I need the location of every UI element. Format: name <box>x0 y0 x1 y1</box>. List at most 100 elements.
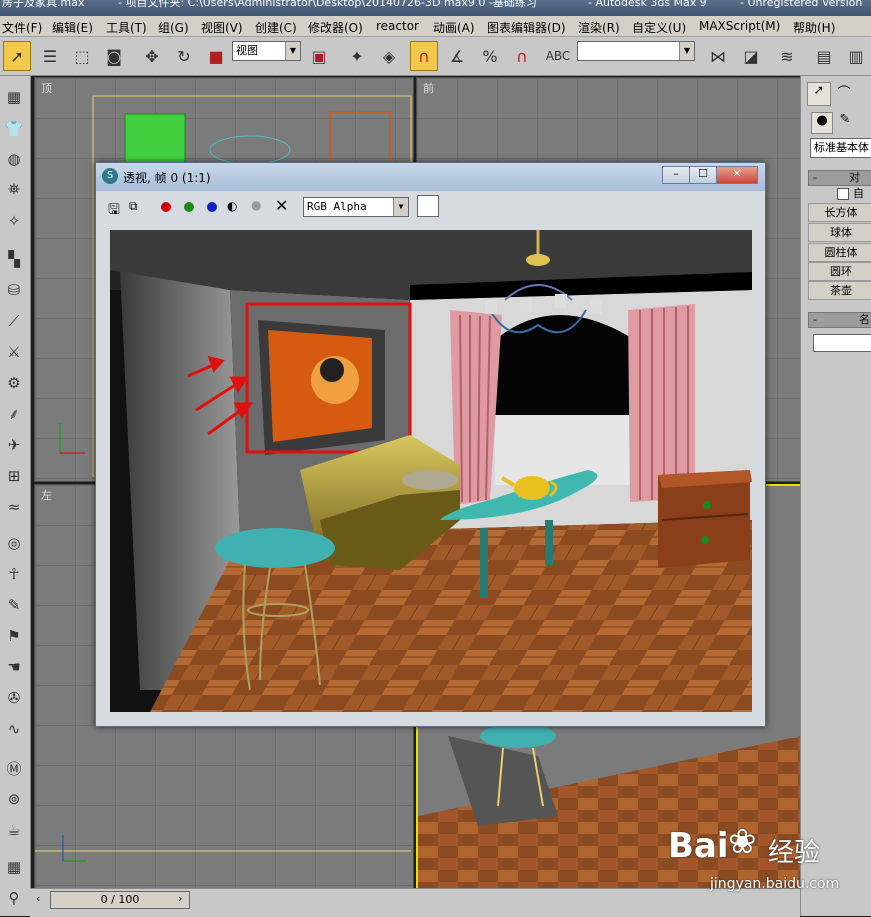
object-name-input[interactable] <box>813 334 871 352</box>
object-category-dropdown[interactable]: 标准基本体 <box>810 138 871 158</box>
viewport-front-label[interactable]: 前 <box>423 80 434 96</box>
menu-modifiers[interactable]: 修改器(O) <box>308 19 363 36</box>
create-plane-tool[interactable]: ▚ <box>2 248 26 270</box>
percent-snap-button[interactable]: % <box>476 41 504 71</box>
menu-reactor[interactable]: reactor <box>376 19 419 33</box>
object-type-rollup[interactable]: - 对 <box>808 170 871 186</box>
rollup-object-type-label: 对 <box>849 171 860 184</box>
close-button[interactable]: ✕ <box>716 166 758 184</box>
menu-customize[interactable]: 自定义(U) <box>632 19 686 36</box>
create-knife-tool[interactable]: ⚔ <box>2 341 26 363</box>
create-helper-tool[interactable]: ✈ <box>2 434 26 456</box>
biped-icon: ☥ <box>8 565 20 583</box>
time-slider[interactable]: 0 / 100 <box>50 891 190 909</box>
chevron-left-icon[interactable]: ‹ <box>36 892 40 905</box>
create-render-tool[interactable]: ☕ <box>2 819 26 841</box>
menu-create[interactable]: 创建(C) <box>255 19 297 36</box>
menu-animation[interactable]: 动画(A) <box>433 19 475 36</box>
spinner-snap-button[interactable]: ∩ <box>508 41 536 71</box>
cylinder-button[interactable]: 圆柱体 <box>808 243 871 262</box>
clear-icon[interactable]: ✕ <box>275 196 288 215</box>
red-channel-toggle[interactable] <box>161 202 171 212</box>
create-biped-tool[interactable]: ☥ <box>2 563 26 585</box>
create-box-tool[interactable]: ▦ <box>2 86 26 108</box>
create-hair-tool[interactable]: ∿ <box>2 718 26 740</box>
sphere-button[interactable]: 球体 <box>808 223 871 242</box>
create-torus-tool[interactable]: ◎ <box>2 532 26 554</box>
autogrid-checkbox[interactable] <box>837 188 849 200</box>
angle-snap-button[interactable]: ∡ <box>443 41 471 71</box>
alpha-channel-icon[interactable]: ◐ <box>227 199 237 213</box>
watermark-url: jingyan.baidu.com <box>710 876 840 892</box>
selection-region-button[interactable]: ⬚ <box>68 41 96 71</box>
modify-tab[interactable]: ⌒ <box>833 82 855 104</box>
rendered-frame-titlebar[interactable]: S 透视, 帧 0 (1:1) – ☐ ✕ <box>96 163 765 191</box>
create-cloth-tool[interactable]: ⚑ <box>2 625 26 647</box>
create-gear-tool[interactable]: ⚙ <box>2 372 26 394</box>
create-shirt-tool[interactable]: 👕 <box>2 118 26 140</box>
create-star-tool[interactable]: ✧ <box>2 210 26 232</box>
select-by-name-button[interactable]: ☰ <box>36 41 64 71</box>
menu-help[interactable]: 帮助(H) <box>793 19 835 36</box>
minimize-button[interactable]: – <box>662 166 690 184</box>
green-channel-toggle[interactable] <box>184 202 194 212</box>
mono-channel-icon[interactable]: ● <box>251 198 261 212</box>
mirror-button[interactable]: ⋈ <box>704 41 732 71</box>
pixel-color-swatch[interactable] <box>417 195 439 217</box>
create-tab[interactable]: ➚ <box>807 82 831 106</box>
create-wave-tool[interactable]: ≈ <box>2 496 26 518</box>
menu-edit[interactable]: 编辑(E) <box>52 19 93 36</box>
left-tool-column: ▦ 👕 ◍ ⛯ ✧ ▚ ⛁ ⟋ ⚔ ⚙ ⸙ ✈ ⊞ ≈ ◎ ☥ ✎ ⚑ ☚ ✇ … <box>0 76 31 916</box>
torus-button[interactable]: 圆环 <box>808 262 871 281</box>
save-icon[interactable]: 🖫 <box>108 199 120 223</box>
schematic-view-button[interactable]: ▥ <box>842 41 870 71</box>
create-glove-tool[interactable]: ☚ <box>2 656 26 678</box>
keyboard-shortcut-toggle[interactable]: ◈ <box>375 41 403 71</box>
create-grid-tool[interactable]: ▦ <box>2 856 26 878</box>
menu-maxscript[interactable]: MAXScript(M) <box>699 19 780 33</box>
edit-named-selection-button[interactable]: ABC <box>544 41 572 71</box>
align-icon: ◪ <box>743 46 759 66</box>
menu-graph-editors[interactable]: 图表编辑器(D) <box>487 19 566 36</box>
rotate-button[interactable]: ↻ <box>170 41 198 71</box>
create-bone-tool[interactable]: ⟋ <box>2 310 26 332</box>
shapes-category-button[interactable]: ✎ <box>835 112 855 132</box>
create-search-tool[interactable]: ⚲ <box>2 887 26 909</box>
menu-group[interactable]: 组(G) <box>158 19 189 36</box>
create-material-tool[interactable]: Ⓜ <box>2 757 26 779</box>
named-selection-dropdown[interactable]: ▼ <box>577 41 695 61</box>
menu-view[interactable]: 视图(V) <box>201 19 243 36</box>
pivot-center-button[interactable]: ▣ <box>305 41 333 71</box>
create-cylinder-tool[interactable]: ⛁ <box>2 279 26 301</box>
create-tree-tool[interactable]: ⸙ <box>2 403 26 425</box>
blue-channel-toggle[interactable] <box>207 202 217 212</box>
name-color-rollup[interactable]: - 名 <box>808 312 871 328</box>
create-wheel-tool[interactable]: ✇ <box>2 687 26 709</box>
main-toolbar: ➚ ☰ ⬚ ◙ ✥ ↻ ■ 视图 ▼ ▣ ✦ ◈ ∩ ∡ % ∩ ABC ▼ ⋈… <box>0 37 871 76</box>
box-button[interactable]: 长方体 <box>808 203 871 222</box>
menu-tools[interactable]: 工具(T) <box>106 19 147 36</box>
menu-rendering[interactable]: 渲染(R) <box>578 19 620 36</box>
chevron-right-icon[interactable]: › <box>178 892 182 905</box>
create-wire-tool[interactable]: ⊚ <box>2 788 26 810</box>
display-channel-dropdown[interactable]: RGB Alpha ▼ <box>303 197 409 217</box>
clone-icon[interactable]: ⧉ <box>129 199 138 214</box>
snaps-toggle-button[interactable]: ∩ <box>410 41 438 71</box>
select-object-button[interactable]: ➚ <box>3 41 31 71</box>
teapot-button[interactable]: 茶壶 <box>808 281 871 300</box>
create-sphere-tool[interactable]: ◍ <box>2 148 26 170</box>
reference-coord-dropdown[interactable]: 视图 ▼ <box>232 41 301 61</box>
maximize-button[interactable]: ☐ <box>689 166 717 184</box>
create-paint-tool[interactable]: ✎ <box>2 594 26 616</box>
scale-button[interactable]: ■ <box>202 41 230 71</box>
align-button[interactable]: ◪ <box>737 41 765 71</box>
move-button[interactable]: ✥ <box>138 41 166 71</box>
layer-manager-button[interactable]: ≋ <box>773 41 801 71</box>
geometry-category-button[interactable]: ● <box>811 112 833 134</box>
window-crossing-button[interactable]: ◙ <box>100 41 128 71</box>
menu-file[interactable]: 文件(F) <box>2 19 42 36</box>
create-lattice-tool[interactable]: ⊞ <box>2 465 26 487</box>
select-manipulate-button[interactable]: ✦ <box>343 41 371 71</box>
create-light-tool[interactable]: ⛯ <box>2 178 26 200</box>
curve-editor-button[interactable]: ▤ <box>810 41 838 71</box>
